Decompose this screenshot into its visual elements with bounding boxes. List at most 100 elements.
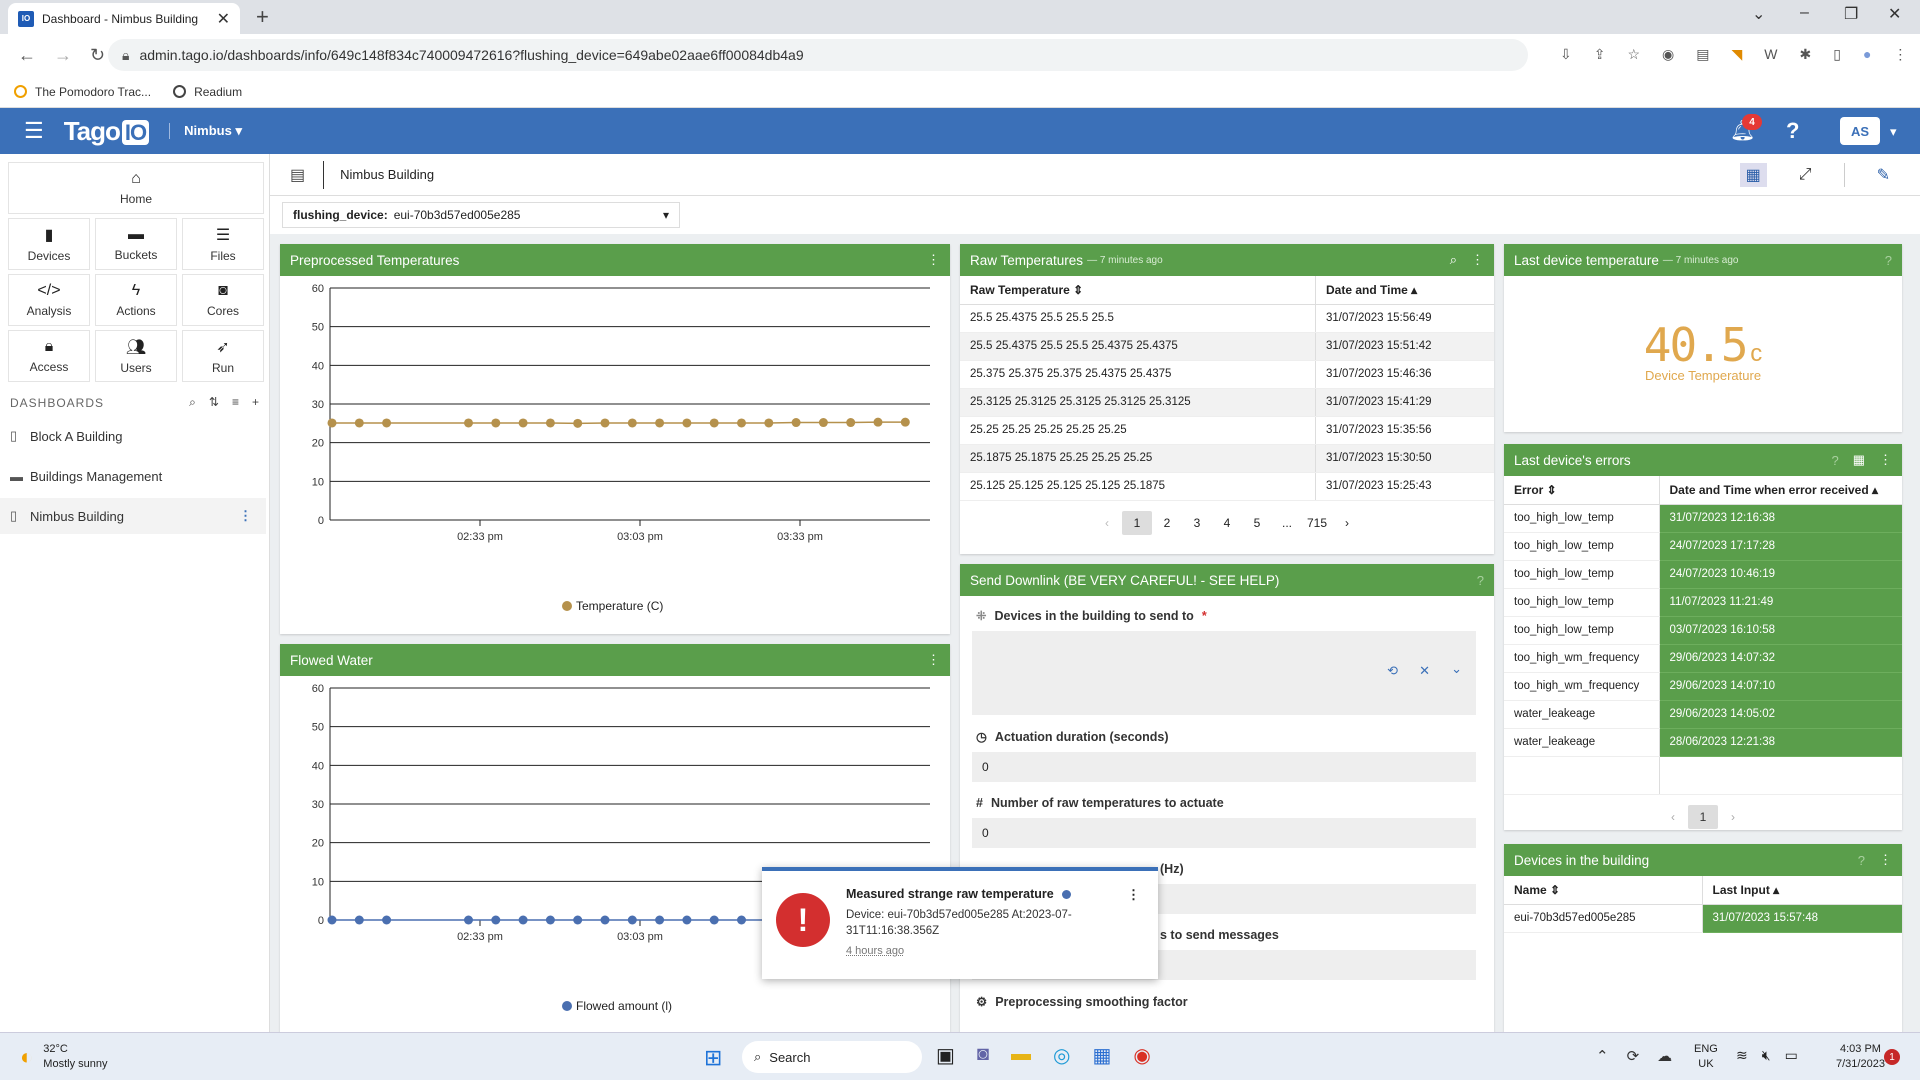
page-button[interactable]: 5	[1242, 516, 1272, 530]
devices-multiselect[interactable]: ⟲ ✕ ⌄	[972, 631, 1476, 715]
bookmark-readium[interactable]: Readium	[173, 85, 242, 99]
minimize-icon[interactable]: –	[1800, 4, 1809, 22]
calendar-icon[interactable]: ▦	[1853, 452, 1865, 468]
rss-icon[interactable]: ◥	[1731, 46, 1742, 63]
next-page-icon[interactable]: ›	[1718, 810, 1748, 824]
help-icon[interactable]: ?	[1477, 573, 1484, 588]
system-icons[interactable]: ≋ 🔇︎ ▭	[1736, 1047, 1798, 1064]
widget-menu-icon[interactable]: ⋮	[1879, 452, 1892, 468]
sync-icon[interactable]: ⟳	[1627, 1047, 1640, 1065]
item-menu-icon[interactable]: ⋮	[239, 508, 252, 524]
device-filter-select[interactable]: flushing_device: eui-70b3d57ed005e285 ▾	[282, 202, 680, 228]
refresh-icon[interactable]: ⟲	[1387, 663, 1398, 679]
table-row[interactable]: 25.5 25.4375 25.5 25.5 25.5 31/07/2023 15…	[960, 304, 1494, 333]
maximize-icon[interactable]: ❐	[1844, 4, 1858, 24]
page-button[interactable]: 1	[1688, 804, 1718, 829]
column-header[interactable]: Date and Time ▴	[1315, 276, 1494, 305]
help-icon[interactable]: ?	[1831, 453, 1838, 468]
table-row[interactable]: water_leakeage 29/06/2023 14:05:02	[1504, 700, 1902, 729]
search-icon[interactable]: ⌕	[189, 395, 197, 410]
table-row[interactable]: eui-70b3d57ed005e285 31/07/2023 15:57:48	[1504, 904, 1902, 933]
widget-menu-icon[interactable]: ⋮	[1471, 252, 1484, 268]
forward-icon[interactable]: →	[54, 45, 72, 66]
sidepanel-icon[interactable]: ▯	[1833, 46, 1841, 63]
page-button[interactable]: 4	[1212, 516, 1242, 530]
nav-run[interactable]: ➶ Run	[182, 330, 264, 382]
notification-popup[interactable]: ! Measured strange raw temperature Devic…	[762, 867, 1158, 979]
notification-menu-icon[interactable]: ⋮	[1127, 887, 1140, 903]
reader-icon[interactable]: ▤	[1696, 46, 1709, 63]
share-icon[interactable]: ⇪	[1594, 46, 1606, 63]
sort-icon[interactable]: ⇅	[209, 395, 220, 410]
column-header[interactable]: Raw Temperature ⇕	[960, 276, 1317, 305]
table-row[interactable]: too_high_low_temp 11/07/2023 11:21:49	[1504, 588, 1902, 617]
bookmark-star-icon[interactable]: ☆	[1627, 46, 1640, 63]
teams-icon[interactable]: ◙	[977, 1043, 989, 1068]
column-header[interactable]: Last Input ▴	[1702, 876, 1902, 905]
fullscreen-icon[interactable]: ⤢	[1799, 166, 1812, 184]
chevron-up-icon[interactable]: ⌃	[1596, 1047, 1609, 1065]
widget-menu-icon[interactable]: ⋮	[1879, 852, 1892, 868]
table-row[interactable]: 25.125 25.125 25.125 25.125 25.1875 31/07…	[960, 472, 1494, 501]
site-info-icon[interactable]: 🔒︎	[122, 47, 129, 64]
nav-cores[interactable]: ◙ Cores	[182, 274, 264, 326]
column-header[interactable]: Error ⇕	[1504, 476, 1660, 505]
close-tab-icon[interactable]: ✕	[217, 9, 230, 29]
nav-access[interactable]: 🔒︎ Access	[8, 330, 90, 382]
table-row[interactable]: 25.1875 25.1875 25.25 25.25 25.25 31/07/2…	[960, 444, 1494, 473]
search-icon[interactable]: ⌕	[1450, 252, 1457, 268]
file-explorer-icon[interactable]: ▬	[1011, 1043, 1031, 1068]
back-icon[interactable]: ←	[18, 45, 36, 66]
list-icon[interactable]: ≡	[232, 395, 240, 410]
windows-start-icon[interactable]: ⊞	[704, 1045, 722, 1071]
tab-search-icon[interactable]: ⌄	[1752, 4, 1765, 24]
column-header[interactable]: Name ⇕	[1504, 876, 1703, 905]
table-row[interactable]: too_high_low_temp 31/07/2023 12:16:38	[1504, 504, 1902, 533]
table-row[interactable]: 25.25 25.25 25.25 25.25 25.25 31/07/2023 …	[960, 416, 1494, 445]
menu-dots-icon[interactable]: ⋮	[1893, 46, 1907, 63]
store-icon[interactable]: ▦	[1092, 1043, 1111, 1068]
table-row[interactable]: too_high_low_temp 24/07/2023 10:46:19	[1504, 560, 1902, 589]
chrome-icon[interactable]: ◉	[1133, 1043, 1150, 1068]
workspace-selector[interactable]: Nimbus ▾	[169, 123, 242, 139]
clock[interactable]: 4:03 PM 7/31/2023	[1836, 1042, 1885, 1072]
weather-sun-icon[interactable]: ◐	[20, 1044, 33, 1070]
user-menu-caret-icon[interactable]: ▾	[1890, 124, 1897, 140]
reload-icon[interactable]: ↻	[90, 45, 105, 66]
w-extension-icon[interactable]: W	[1764, 46, 1777, 63]
puzzle-icon[interactable]: ✱	[1799, 46, 1811, 63]
notification-count-badge[interactable]: 1	[1884, 1049, 1900, 1065]
profile-icon[interactable]: ●	[1863, 46, 1871, 63]
dashboard-item-active[interactable]: ▯ Nimbus Building ⋮	[0, 498, 266, 534]
cloud-icon[interactable]: ☁	[1657, 1047, 1672, 1065]
page-button[interactable]: 715	[1302, 516, 1332, 530]
language-indicator[interactable]: ENG UK	[1694, 1042, 1718, 1072]
page-button[interactable]: ...	[1272, 516, 1302, 530]
next-page-icon[interactable]: ›	[1332, 516, 1362, 530]
widget-menu-icon[interactable]: ⋮	[927, 652, 940, 668]
layout-icon[interactable]: ▦	[1739, 162, 1767, 187]
window-close-icon[interactable]: ✕	[1888, 4, 1901, 24]
table-row[interactable]: too_high_wm_frequency 29/06/2023 14:07:32	[1504, 644, 1902, 673]
new-tab-icon[interactable]: +	[256, 4, 269, 30]
page-button[interactable]: 2	[1152, 516, 1182, 530]
table-row[interactable]: water_leakeage 28/06/2023 12:21:38	[1504, 728, 1902, 757]
hamburger-menu-icon[interactable]: ☰	[24, 118, 44, 144]
bookmark-pomodoro[interactable]: The Pomodoro Trac...	[14, 85, 151, 99]
browser-tab[interactable]: IO Dashboard - Nimbus Building ✕	[8, 3, 240, 34]
page-button[interactable]: 3	[1182, 516, 1212, 530]
task-view-icon[interactable]: ▣	[936, 1043, 955, 1068]
column-header[interactable]: Date and Time when error received ▴	[1659, 476, 1902, 505]
table-row[interactable]: 25.375 25.375 25.375 25.4375 25.4375 31/0…	[960, 360, 1494, 389]
taskbar-search[interactable]: ⌕ Search	[742, 1041, 922, 1073]
widget-menu-icon[interactable]: ⋮	[927, 252, 940, 268]
nav-devices[interactable]: ▮ Devices	[8, 218, 90, 270]
actuation-duration-input[interactable]: 0	[972, 752, 1476, 782]
notification-time[interactable]: 4 hours ago	[846, 945, 1136, 957]
help-icon[interactable]: ?	[1786, 118, 1799, 144]
chevron-down-icon[interactable]: ⌄	[1451, 661, 1462, 677]
nav-buckets[interactable]: ▬ Buckets	[95, 218, 177, 270]
table-row[interactable]: too_high_low_temp 24/07/2023 17:17:28	[1504, 532, 1902, 561]
help-icon[interactable]: ?	[1858, 853, 1865, 868]
table-row[interactable]: 25.3125 25.3125 25.3125 25.3125 25.3125 3…	[960, 388, 1494, 417]
